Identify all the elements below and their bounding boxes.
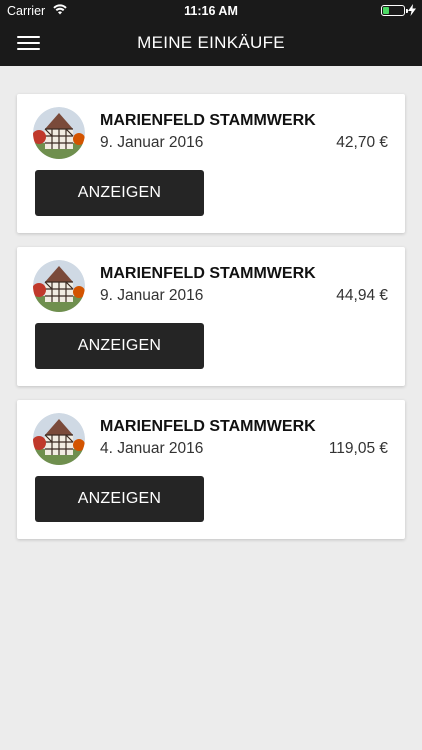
battery-icon — [381, 5, 408, 16]
store-name: MARIENFELD STAMMWERK — [100, 265, 316, 282]
store-name: MARIENFELD STAMMWERK — [100, 418, 316, 435]
purchase-amount: 119,05 € — [328, 440, 388, 457]
purchase-card: MARIENFELD STAMMWERK 4. Januar 2016 119,… — [17, 400, 405, 539]
top-bar: Carrier 11:16 AM MEINE EINKÄUFE — [0, 0, 422, 66]
purchase-card: MARIENFELD STAMMWERK 9. Januar 2016 42,7… — [17, 94, 405, 233]
view-button[interactable]: ANZEIGEN — [35, 476, 204, 522]
page-title: MEINE EINKÄUFE — [137, 33, 285, 52]
purchase-date: 9. Januar 2016 — [100, 134, 204, 151]
status-time: 11:16 AM — [184, 4, 238, 18]
store-name: MARIENFELD STAMMWERK — [100, 112, 316, 129]
status-bar: Carrier 11:16 AM — [0, 0, 422, 22]
purchase-card: MARIENFELD STAMMWERK 9. Januar 2016 44,9… — [17, 247, 405, 386]
purchase-date: 9. Januar 2016 — [100, 287, 204, 304]
store-avatar — [33, 413, 85, 465]
store-avatar — [33, 107, 85, 159]
purchase-date: 4. Januar 2016 — [100, 440, 204, 457]
purchase-amount: 44,94 € — [336, 287, 388, 304]
store-avatar — [33, 260, 85, 312]
purchase-amount: 42,70 € — [336, 134, 388, 151]
charging-bolt-icon — [408, 4, 416, 16]
view-button[interactable]: ANZEIGEN — [35, 323, 204, 369]
view-button[interactable]: ANZEIGEN — [35, 170, 204, 216]
